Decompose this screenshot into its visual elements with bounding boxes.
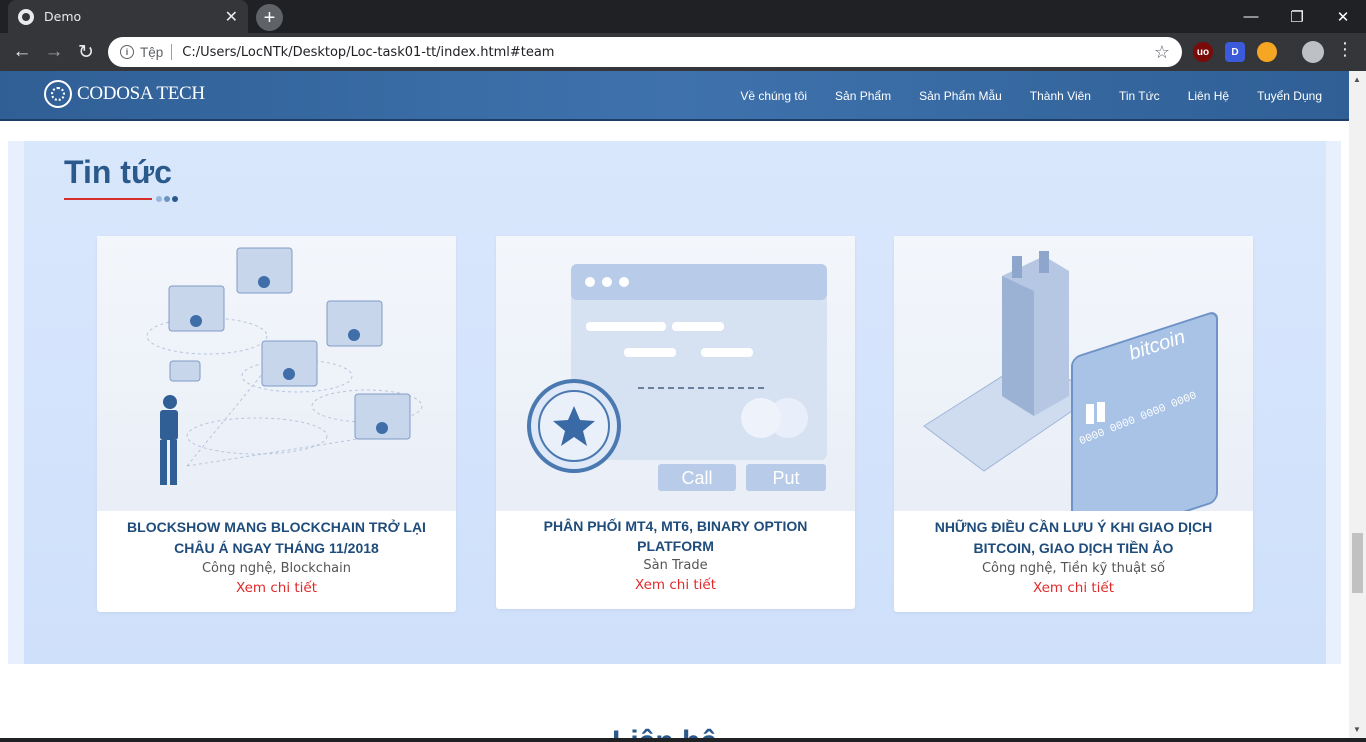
browser-toolbar: ← → ↻ i Tệp C:/Users/LocNTk/Desktop/Loc-…: [0, 33, 1366, 71]
bitcoin-card-illustration: bitcoin 0000 0000 0000 0000: [894, 236, 1253, 511]
section-heading: Tin tức: [64, 154, 172, 190]
call-button-label: Call: [681, 468, 712, 488]
ublock-icon[interactable]: uo: [1193, 42, 1213, 62]
nav-sample-products[interactable]: Sản Phẩm Mẫu: [919, 89, 1002, 103]
put-button-label: Put: [772, 468, 799, 488]
minimize-icon[interactable]: —: [1228, 0, 1274, 33]
news-card-category: Sàn Trade: [643, 558, 708, 573]
news-card-title[interactable]: NHỮNG ĐIỀU CẦN LƯU Ý KHI GIAO DỊCH BITCO…: [894, 517, 1253, 559]
news-card[interactable]: Call Put PHÂN PHỐI MT4, MT6, BINARY OPTI…: [496, 236, 855, 609]
window-close-icon[interactable]: ✕: [1320, 0, 1366, 33]
profile-avatar-icon[interactable]: [1302, 41, 1324, 63]
site-nav: Về chúng tôi Sản Phẩm Sản Phẩm Mẫu Thành…: [740, 71, 1322, 121]
tab-title: Demo: [44, 9, 82, 24]
page-scrollbar[interactable]: ▲ ▼: [1349, 71, 1366, 742]
taskbar-edge: [0, 738, 1366, 742]
browser-tabstrip: Demo ✕ + — ❐ ✕: [0, 0, 1366, 33]
site-logo[interactable]: CODOSA TECH: [44, 80, 205, 108]
news-section: Tin tức BLOCKSHOW MANG BLOCKCHAIN TRỞ LẠ…: [8, 141, 1341, 664]
protocol-label: Tệp: [140, 44, 164, 60]
restore-icon[interactable]: ❐: [1274, 0, 1320, 33]
bookmark-star-icon[interactable]: ☆: [1154, 42, 1170, 63]
news-card-category: Công nghệ, Tiền kỹ thuật số: [981, 561, 1166, 576]
scroll-down-icon[interactable]: ▼: [1353, 725, 1361, 734]
news-card-title[interactable]: BLOCKSHOW MANG BLOCKCHAIN TRỞ LẠI CHÂU Á…: [97, 517, 456, 559]
news-card[interactable]: BLOCKSHOW MANG BLOCKCHAIN TRỞ LẠI CHÂU Á…: [97, 236, 456, 612]
forward-icon[interactable]: →: [40, 38, 68, 66]
scrollbar-thumb[interactable]: [1352, 533, 1363, 593]
scroll-up-icon[interactable]: ▲: [1353, 75, 1361, 84]
tab-close-icon[interactable]: ✕: [225, 7, 238, 27]
owl-extension-icon[interactable]: [1257, 42, 1277, 62]
url-text[interactable]: C:/Users/LocNTk/Desktop/Loc-task01-tt/in…: [182, 45, 1154, 60]
nav-contact[interactable]: Liên Hệ: [1188, 89, 1229, 103]
news-panel: Tin tức BLOCKSHOW MANG BLOCKCHAIN TRỞ LẠ…: [24, 141, 1326, 664]
back-icon[interactable]: ←: [8, 38, 36, 66]
new-tab-button[interactable]: +: [256, 4, 283, 31]
address-bar[interactable]: i Tệp C:/Users/LocNTk/Desktop/Loc-task01…: [108, 37, 1182, 67]
site-header: CODOSA TECH Về chúng tôi Sản Phẩm Sản Ph…: [0, 71, 1349, 121]
news-card-title[interactable]: PHÂN PHỐI MT4, MT6, BINARY OPTION PLATFO…: [496, 516, 855, 556]
separator: [171, 44, 173, 60]
globe-icon: [18, 8, 34, 25]
read-more-link[interactable]: Xem chi tiết: [894, 580, 1253, 612]
news-card[interactable]: bitcoin 0000 0000 0000 0000 NHỮNG ĐIỀU C…: [894, 236, 1253, 612]
nav-members[interactable]: Thành Viên: [1030, 89, 1091, 103]
network-people-illustration: [97, 236, 456, 511]
browser-tab[interactable]: Demo ✕: [8, 0, 248, 33]
heading-dot: [164, 196, 170, 202]
d-extension-icon[interactable]: D: [1225, 42, 1245, 62]
heading-dot: [172, 196, 178, 202]
page-viewport: CODOSA TECH Về chúng tôi Sản Phẩm Sản Ph…: [0, 71, 1349, 742]
news-card-category: Công nghệ, Blockchain: [201, 561, 351, 576]
read-more-link[interactable]: Xem chi tiết: [97, 580, 456, 612]
heading-underline: [64, 198, 152, 200]
reload-icon[interactable]: ↻: [72, 38, 100, 66]
read-more-link[interactable]: Xem chi tiết: [496, 577, 855, 609]
nav-news[interactable]: Tin Tức: [1119, 89, 1160, 103]
logo-text: CODOSA TECH: [77, 83, 205, 104]
heading-dot: [156, 196, 162, 202]
nav-about[interactable]: Về chúng tôi: [740, 89, 807, 103]
logo-mark-icon: [44, 80, 72, 108]
trading-platform-illustration: Call Put: [496, 236, 855, 511]
nav-products[interactable]: Sản Phẩm: [835, 89, 891, 103]
kebab-menu-icon[interactable]: ⋮: [1336, 40, 1354, 58]
info-icon[interactable]: i: [120, 45, 134, 59]
nav-careers[interactable]: Tuyển Dụng: [1257, 89, 1322, 103]
